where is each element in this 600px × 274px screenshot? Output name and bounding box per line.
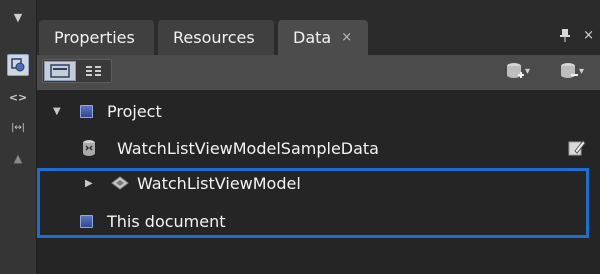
tab-resources[interactable]: Resources xyxy=(158,20,274,55)
tab-data[interactable]: Data × xyxy=(278,20,368,55)
tree-item-this-document[interactable]: This document xyxy=(37,206,600,236)
database-link-icon xyxy=(561,63,578,78)
collapsed-arrow-icon[interactable]: ▶ xyxy=(85,178,93,189)
document-icon xyxy=(80,214,93,228)
tree-item-label: WatchListViewModel xyxy=(137,173,301,193)
tree-item-label: This document xyxy=(107,211,226,231)
expanded-arrow-icon[interactable]: ▼ xyxy=(53,106,61,117)
project-icon xyxy=(80,104,93,118)
window-close-icon[interactable]: × xyxy=(583,28,594,43)
tab-properties[interactable]: Properties xyxy=(39,20,154,55)
data-panel: ▾ ▾ ▼ Project WatchListViewModelSampleDa… xyxy=(37,55,600,274)
tab-label: Properties xyxy=(54,28,135,47)
view-mode-toggle xyxy=(42,59,112,83)
left-tool-strip: ▼ <> |↔| ▲ xyxy=(0,0,37,274)
chevron-down-icon: ▾ xyxy=(525,65,531,77)
tab-label: Resources xyxy=(173,28,255,47)
database-add-icon xyxy=(507,63,524,78)
create-sample-data-button[interactable]: ▾ xyxy=(505,60,539,82)
details-mode-icon xyxy=(86,66,101,76)
code-icon[interactable]: <> xyxy=(7,86,29,108)
list-view-button[interactable] xyxy=(44,61,76,81)
tree-item-project[interactable]: ▼ Project xyxy=(37,96,600,126)
tab-label: Data xyxy=(293,28,332,47)
collapse-arrow-icon[interactable]: ▼ xyxy=(7,6,29,28)
ruler-icon[interactable]: |↔| xyxy=(7,117,29,139)
sample-data-icon xyxy=(83,140,95,156)
list-mode-icon xyxy=(50,64,70,78)
panel-tab-bar: Properties Resources Data × × xyxy=(37,20,600,55)
close-icon[interactable]: × xyxy=(341,30,352,45)
pin-icon[interactable] xyxy=(559,28,571,42)
data-tool-button[interactable] xyxy=(7,54,29,76)
create-data-source-button[interactable]: ▾ xyxy=(559,60,593,82)
tree-item-label: WatchListViewModelSampleData xyxy=(117,138,379,158)
tree-item-sample-data[interactable]: WatchListViewModelSampleData xyxy=(37,133,600,163)
class-object-icon xyxy=(111,176,129,190)
chevron-down-icon: ▾ xyxy=(579,65,585,77)
edit-sample-data-icon[interactable] xyxy=(567,138,587,158)
data-tree: ▼ Project WatchListViewModelSampleData ▶ xyxy=(37,90,600,274)
details-view-button[interactable] xyxy=(78,61,110,81)
shapes-icon xyxy=(11,58,25,72)
tree-item-label: Project xyxy=(107,101,162,121)
expand-arrow-icon[interactable]: ▲ xyxy=(7,147,29,169)
data-toolbar: ▾ ▾ xyxy=(37,55,600,87)
window-buttons: × xyxy=(559,28,594,43)
tree-item-view-model[interactable]: ▶ WatchListViewModel xyxy=(37,168,600,198)
